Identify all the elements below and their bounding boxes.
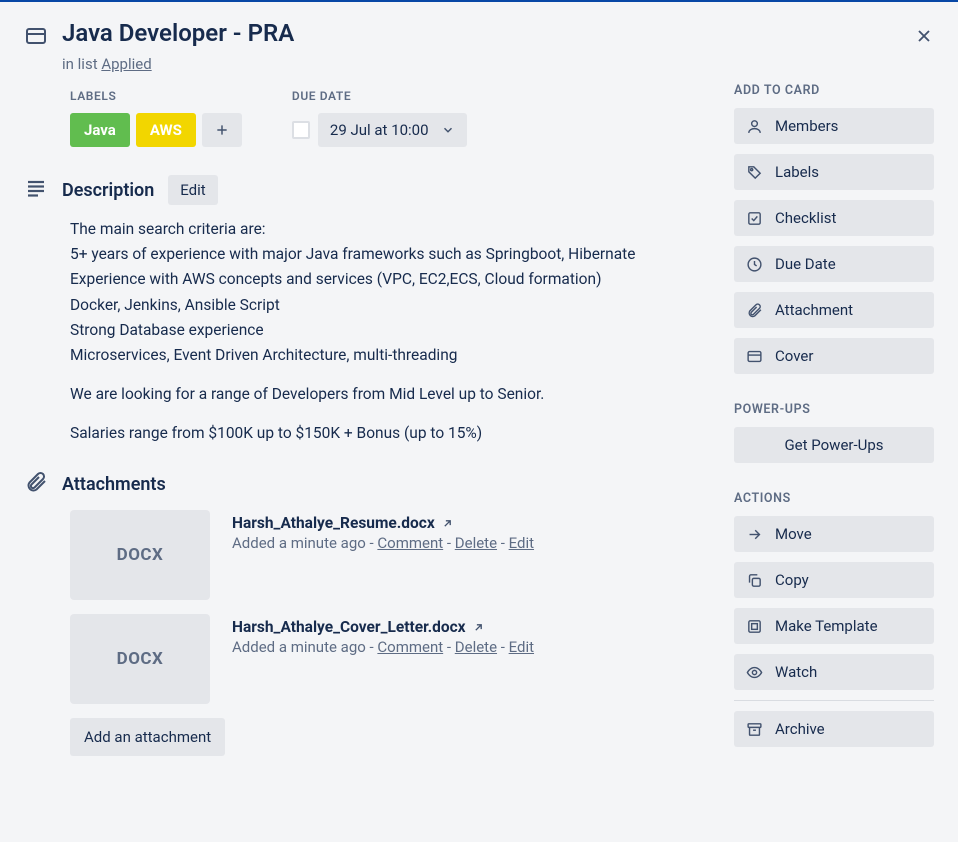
due-date-button[interactable]: 29 Jul at 10:00 [318, 113, 467, 147]
attachment-delete[interactable]: Delete [455, 638, 497, 656]
description-title: Description [62, 180, 154, 201]
sidebar: ADD TO CARD Members Labels Checklist Due… [734, 83, 934, 775]
watch-button[interactable]: Watch [734, 654, 934, 690]
card-header: Java Developer - PRA in list Applied [24, 18, 934, 73]
add-to-card-title: ADD TO CARD [734, 83, 934, 98]
card-icon [24, 24, 48, 52]
copy-icon [746, 572, 763, 589]
attachment-name[interactable]: Harsh_Athalye_Resume.docx [232, 514, 534, 532]
add-label-button[interactable] [202, 113, 242, 147]
attachment-item: DOCX Harsh_Athalye_Resume.docx Added a m… [70, 510, 710, 600]
card-list-subline: in list Applied [62, 55, 294, 73]
labels-title: LABELS [70, 89, 242, 103]
arrow-right-icon [746, 526, 763, 543]
divider [734, 700, 934, 701]
description-body[interactable]: The main search criteria are: 5+ years o… [70, 217, 710, 446]
attachment-button-side[interactable]: Attachment [734, 292, 934, 328]
description-icon [24, 176, 48, 204]
move-button[interactable]: Move [734, 516, 934, 552]
label-aws[interactable]: AWS [136, 113, 196, 147]
list-link[interactable]: Applied [101, 55, 151, 73]
actions-title: ACTIONS [734, 491, 934, 506]
card-meta-row: LABELS Java AWS DUE DATE 29 Jul at [70, 89, 710, 147]
make-template-button[interactable]: Make Template [734, 608, 934, 644]
paperclip-icon [746, 302, 763, 319]
copy-button[interactable]: Copy [734, 562, 934, 598]
attachment-name[interactable]: Harsh_Athalye_Cover_Letter.docx [232, 618, 534, 636]
description-para3: Salaries range from $100K up to $150K + … [70, 421, 710, 446]
edit-description-button[interactable]: Edit [168, 175, 217, 205]
attachment-edit[interactable]: Edit [509, 534, 534, 552]
attachment-thumbnail[interactable]: DOCX [70, 510, 210, 600]
description-para1: The main search criteria are: 5+ years o… [70, 217, 710, 368]
attachment-delete[interactable]: Delete [455, 534, 497, 552]
attachments-title: Attachments [62, 474, 166, 495]
powerups-title: POWER-UPS [734, 402, 934, 417]
checklist-icon [746, 210, 763, 227]
in-list-prefix: in list [62, 55, 101, 73]
due-checkbox[interactable] [292, 121, 310, 139]
members-button[interactable]: Members [734, 108, 934, 144]
cover-button[interactable]: Cover [734, 338, 934, 374]
close-button[interactable] [908, 20, 940, 52]
add-to-card-section: ADD TO CARD Members Labels Checklist Due… [734, 83, 934, 374]
attachment-icon [24, 470, 48, 498]
labels-button[interactable]: Labels [734, 154, 934, 190]
description-section: Description Edit The main search criteri… [24, 175, 710, 446]
card-title[interactable]: Java Developer - PRA [62, 18, 294, 49]
attachment-item: DOCX Harsh_Athalye_Cover_Letter.docx Add… [70, 614, 710, 704]
template-icon [746, 618, 763, 635]
attachments-section: Attachments DOCX Harsh_Athalye_Resume.do… [24, 470, 710, 756]
powerups-section: POWER-UPS Get Power-Ups [734, 402, 934, 463]
cover-icon [746, 348, 763, 365]
actions-section: ACTIONS Move Copy Make Template Watch [734, 491, 934, 747]
eye-icon [746, 664, 763, 681]
archive-icon [746, 721, 763, 738]
attachment-thumbnail[interactable]: DOCX [70, 614, 210, 704]
external-link-icon [441, 517, 454, 530]
chevron-down-icon [441, 123, 455, 137]
description-para2: We are looking for a range of Developers… [70, 382, 710, 407]
checklist-button[interactable]: Checklist [734, 200, 934, 236]
card-modal: Java Developer - PRA in list Applied LAB… [0, 2, 958, 842]
get-powerups-button[interactable]: Get Power-Ups [734, 427, 934, 463]
plus-icon [214, 122, 230, 138]
due-date-value: 29 Jul at 10:00 [330, 121, 429, 139]
due-date-title: DUE DATE [292, 89, 467, 103]
labels-block: LABELS Java AWS [70, 89, 242, 147]
clock-icon [746, 256, 763, 273]
attachment-comment[interactable]: Comment [377, 638, 443, 656]
due-date-block: DUE DATE 29 Jul at 10:00 [292, 89, 467, 147]
close-icon [914, 26, 934, 46]
external-link-icon [472, 621, 485, 634]
archive-button[interactable]: Archive [734, 711, 934, 747]
add-attachment-button[interactable]: Add an attachment [70, 718, 225, 756]
label-java[interactable]: Java [70, 113, 130, 147]
attachment-subline: Added a minute ago - Comment - Delete - … [232, 534, 534, 552]
tag-icon [746, 164, 763, 181]
attachment-edit[interactable]: Edit [509, 638, 534, 656]
attachment-comment[interactable]: Comment [377, 534, 443, 552]
person-icon [746, 118, 763, 135]
due-date-button-side[interactable]: Due Date [734, 246, 934, 282]
attachment-subline: Added a minute ago - Comment - Delete - … [232, 638, 534, 656]
